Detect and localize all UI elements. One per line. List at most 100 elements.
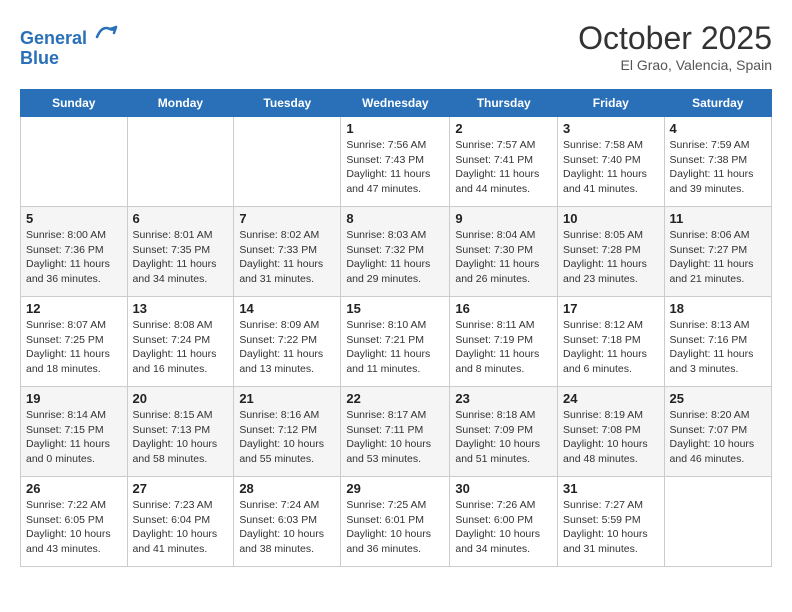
day-number: 25 (670, 391, 766, 406)
weekday-header-sunday: Sunday (21, 90, 128, 117)
day-info: Sunrise: 8:04 AM Sunset: 7:30 PM Dayligh… (455, 228, 552, 287)
day-info: Sunrise: 8:19 AM Sunset: 7:08 PM Dayligh… (563, 408, 659, 467)
calendar-cell: 29 Sunrise: 7:25 AM Sunset: 6:01 PM Dayli… (341, 477, 450, 567)
calendar-cell: 28 Sunrise: 7:24 AM Sunset: 6:03 PM Dayli… (234, 477, 341, 567)
day-info: Sunrise: 8:11 AM Sunset: 7:19 PM Dayligh… (455, 318, 552, 377)
day-number: 7 (239, 211, 335, 226)
title-block: October 2025 El Grao, Valencia, Spain (578, 20, 772, 73)
day-number: 11 (670, 211, 766, 226)
day-info: Sunrise: 8:15 AM Sunset: 7:13 PM Dayligh… (133, 408, 229, 467)
calendar-cell: 9Sunrise: 8:04 AM Sunset: 7:30 PM Daylig… (450, 207, 558, 297)
calendar-cell: 4 Sunrise: 7:59 AM Sunset: 7:38 PM Daylig… (664, 117, 771, 207)
calendar-cell: 5 Sunrise: 8:00 AM Sunset: 7:36 PM Daylig… (21, 207, 128, 297)
logo-blue-text: Blue (20, 48, 59, 68)
calendar-cell: 18Sunrise: 8:13 AM Sunset: 7:16 PM Dayli… (664, 297, 771, 387)
day-number: 24 (563, 391, 659, 406)
calendar-cell: 30 Sunrise: 7:26 AM Sunset: 6:00 PM Dayli… (450, 477, 558, 567)
day-number: 27 (133, 481, 229, 496)
day-info: Sunrise: 8:16 AM Sunset: 7:12 PM Dayligh… (239, 408, 335, 467)
day-info: Sunrise: 8:05 AM Sunset: 7:28 PM Dayligh… (563, 228, 659, 287)
calendar-cell: 8Sunrise: 8:03 AM Sunset: 7:32 PM Daylig… (341, 207, 450, 297)
day-number: 28 (239, 481, 335, 496)
calendar-cell: 24 Sunrise: 8:19 AM Sunset: 7:08 PM Dayli… (558, 387, 665, 477)
weekday-header-row: SundayMondayTuesdayWednesdayThursdayFrid… (21, 90, 772, 117)
day-number: 2 (455, 121, 552, 136)
day-info: Sunrise: 8:14 AM Sunset: 7:15 PM Dayligh… (26, 408, 122, 467)
logo: General Blue (20, 20, 118, 69)
calendar-week-row: 5 Sunrise: 8:00 AM Sunset: 7:36 PM Daylig… (21, 207, 772, 297)
weekday-header-monday: Monday (127, 90, 234, 117)
calendar-cell: 26 Sunrise: 7:22 AM Sunset: 6:05 PM Dayli… (21, 477, 128, 567)
calendar-cell: 11 Sunrise: 8:06 AM Sunset: 7:27 PM Dayli… (664, 207, 771, 297)
day-number: 12 (26, 301, 122, 316)
day-number: 26 (26, 481, 122, 496)
day-number: 31 (563, 481, 659, 496)
calendar-week-row: 12Sunrise: 8:07 AM Sunset: 7:25 PM Dayli… (21, 297, 772, 387)
day-number: 17 (563, 301, 659, 316)
day-number: 4 (670, 121, 766, 136)
calendar-cell: 31Sunrise: 7:27 AM Sunset: 5:59 PM Dayli… (558, 477, 665, 567)
calendar-cell: 2 Sunrise: 7:57 AM Sunset: 7:41 PM Daylig… (450, 117, 558, 207)
location: El Grao, Valencia, Spain (578, 57, 772, 73)
calendar-cell: 15 Sunrise: 8:10 AM Sunset: 7:21 PM Dayli… (341, 297, 450, 387)
weekday-header-saturday: Saturday (664, 90, 771, 117)
day-number: 30 (455, 481, 552, 496)
day-info: Sunrise: 8:09 AM Sunset: 7:22 PM Dayligh… (239, 318, 335, 377)
calendar-week-row: 26 Sunrise: 7:22 AM Sunset: 6:05 PM Dayli… (21, 477, 772, 567)
day-number: 8 (346, 211, 444, 226)
calendar-table: SundayMondayTuesdayWednesdayThursdayFrid… (20, 89, 772, 567)
day-info: Sunrise: 8:06 AM Sunset: 7:27 PM Dayligh… (670, 228, 766, 287)
day-number: 16 (455, 301, 552, 316)
day-info: Sunrise: 7:58 AM Sunset: 7:40 PM Dayligh… (563, 138, 659, 197)
day-number: 6 (133, 211, 229, 226)
weekday-header-wednesday: Wednesday (341, 90, 450, 117)
calendar-cell: 14 Sunrise: 8:09 AM Sunset: 7:22 PM Dayli… (234, 297, 341, 387)
day-info: Sunrise: 8:02 AM Sunset: 7:33 PM Dayligh… (239, 228, 335, 287)
weekday-header-tuesday: Tuesday (234, 90, 341, 117)
day-info: Sunrise: 7:24 AM Sunset: 6:03 PM Dayligh… (239, 498, 335, 557)
calendar-cell: 21 Sunrise: 8:16 AM Sunset: 7:12 PM Dayli… (234, 387, 341, 477)
day-info: Sunrise: 8:18 AM Sunset: 7:09 PM Dayligh… (455, 408, 552, 467)
weekday-header-thursday: Thursday (450, 90, 558, 117)
calendar-cell (21, 117, 128, 207)
calendar-cell: 20 Sunrise: 8:15 AM Sunset: 7:13 PM Dayli… (127, 387, 234, 477)
calendar-cell: 6 Sunrise: 8:01 AM Sunset: 7:35 PM Daylig… (127, 207, 234, 297)
day-number: 15 (346, 301, 444, 316)
day-number: 29 (346, 481, 444, 496)
calendar-cell: 25Sunrise: 8:20 AM Sunset: 7:07 PM Dayli… (664, 387, 771, 477)
calendar-week-row: 19Sunrise: 8:14 AM Sunset: 7:15 PM Dayli… (21, 387, 772, 477)
day-number: 23 (455, 391, 552, 406)
day-number: 5 (26, 211, 122, 226)
day-number: 3 (563, 121, 659, 136)
day-info: Sunrise: 8:17 AM Sunset: 7:11 PM Dayligh… (346, 408, 444, 467)
day-number: 10 (563, 211, 659, 226)
calendar-cell: 16 Sunrise: 8:11 AM Sunset: 7:19 PM Dayli… (450, 297, 558, 387)
day-info: Sunrise: 7:25 AM Sunset: 6:01 PM Dayligh… (346, 498, 444, 557)
day-number: 13 (133, 301, 229, 316)
day-info: Sunrise: 7:23 AM Sunset: 6:04 PM Dayligh… (133, 498, 229, 557)
logo-icon (94, 20, 118, 44)
calendar-cell: 19Sunrise: 8:14 AM Sunset: 7:15 PM Dayli… (21, 387, 128, 477)
day-info: Sunrise: 8:01 AM Sunset: 7:35 PM Dayligh… (133, 228, 229, 287)
day-info: Sunrise: 7:26 AM Sunset: 6:00 PM Dayligh… (455, 498, 552, 557)
calendar-cell: 23 Sunrise: 8:18 AM Sunset: 7:09 PM Dayli… (450, 387, 558, 477)
calendar-week-row: 1Sunrise: 7:56 AM Sunset: 7:43 PM Daylig… (21, 117, 772, 207)
day-info: Sunrise: 7:57 AM Sunset: 7:41 PM Dayligh… (455, 138, 552, 197)
day-info: Sunrise: 7:22 AM Sunset: 6:05 PM Dayligh… (26, 498, 122, 557)
calendar-cell: 22Sunrise: 8:17 AM Sunset: 7:11 PM Dayli… (341, 387, 450, 477)
calendar-cell: 13Sunrise: 8:08 AM Sunset: 7:24 PM Dayli… (127, 297, 234, 387)
weekday-header-friday: Friday (558, 90, 665, 117)
day-number: 1 (346, 121, 444, 136)
logo-text: General (20, 20, 118, 49)
calendar-cell: 27 Sunrise: 7:23 AM Sunset: 6:04 PM Dayli… (127, 477, 234, 567)
day-info: Sunrise: 8:10 AM Sunset: 7:21 PM Dayligh… (346, 318, 444, 377)
day-info: Sunrise: 8:12 AM Sunset: 7:18 PM Dayligh… (563, 318, 659, 377)
day-info: Sunrise: 7:59 AM Sunset: 7:38 PM Dayligh… (670, 138, 766, 197)
day-info: Sunrise: 8:00 AM Sunset: 7:36 PM Dayligh… (26, 228, 122, 287)
day-number: 20 (133, 391, 229, 406)
day-number: 14 (239, 301, 335, 316)
day-number: 18 (670, 301, 766, 316)
logo-blue: Blue (20, 49, 118, 69)
day-number: 21 (239, 391, 335, 406)
calendar-cell: 7 Sunrise: 8:02 AM Sunset: 7:33 PM Daylig… (234, 207, 341, 297)
